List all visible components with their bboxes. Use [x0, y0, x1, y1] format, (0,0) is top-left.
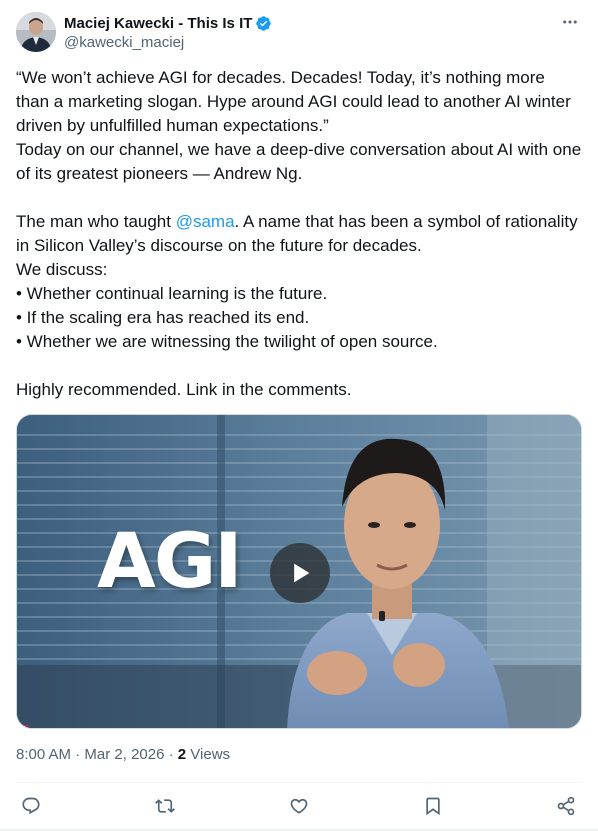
tweet-text: “We won’t achieve AGI for decades. Decad… — [16, 66, 582, 402]
video-progress-bar[interactable] — [17, 725, 581, 728]
closing-line: Highly recommended. Link in the comments… — [16, 380, 352, 399]
display-name[interactable]: Maciej Kawecki - This Is IT — [64, 15, 252, 32]
views-count: 2 — [177, 746, 187, 763]
tweet-date: Mar 2, 2026 — [84, 746, 165, 763]
bullet-item: • Whether we are witnessing the twilight… — [16, 332, 438, 351]
video-player[interactable]: AGI — [16, 414, 582, 729]
play-button[interactable] — [270, 543, 330, 603]
author-block: Maciej Kawecki - This Is IT @kawecki_mac… — [64, 13, 272, 51]
more-icon — [563, 20, 577, 24]
avatar[interactable] — [16, 12, 56, 52]
verified-badge-icon[interactable] — [255, 15, 272, 32]
bookmark-icon — [426, 797, 440, 816]
video-overlay-title: AGI — [97, 516, 242, 605]
tweet-meta: 8:00 AM · Mar 2, 2026 · 2 Views — [16, 745, 230, 765]
handle[interactable]: @kawecki_maciej — [64, 34, 272, 51]
mention-link[interactable]: @sama — [176, 212, 235, 231]
repost-button[interactable] — [153, 794, 177, 818]
share-button[interactable] — [554, 794, 578, 818]
tweet-header: Maciej Kawecki - This Is IT @kawecki_mac… — [16, 12, 582, 54]
we-discuss-label: We discuss: — [16, 260, 108, 279]
reply-button[interactable] — [19, 794, 43, 818]
display-name-row: Maciej Kawecki - This Is IT — [64, 13, 272, 33]
reply-icon — [22, 797, 40, 815]
meta-separator: · — [168, 746, 174, 763]
bullet-item: • Whether continual learning is the futu… — [16, 284, 328, 303]
person-avatar-icon — [16, 12, 56, 52]
tweet-time: 8:00 AM — [16, 746, 72, 763]
more-options-button[interactable] — [558, 12, 582, 32]
action-bar — [16, 794, 582, 818]
share-icon — [557, 796, 575, 816]
play-icon — [294, 563, 310, 583]
repost-icon — [155, 799, 175, 813]
meta-separator: · — [75, 746, 81, 763]
like-button[interactable] — [287, 794, 311, 818]
video-progress-fill — [17, 725, 29, 728]
views-label: Views — [190, 746, 231, 763]
tweet-paragraph-1: “We won’t achieve AGI for decades. Decad… — [16, 68, 582, 183]
para2-before-mention: The man who taught — [16, 212, 176, 231]
bookmark-button[interactable] — [421, 794, 445, 818]
tweet-timestamp[interactable]: 8:00 AM · Mar 2, 2026 — [16, 746, 164, 763]
heart-icon — [290, 798, 308, 814]
divider — [16, 782, 582, 783]
tweet-card: Maciej Kawecki - This Is IT @kawecki_mac… — [0, 0, 598, 831]
bullet-item: • If the scaling era has reached its end… — [16, 308, 310, 327]
